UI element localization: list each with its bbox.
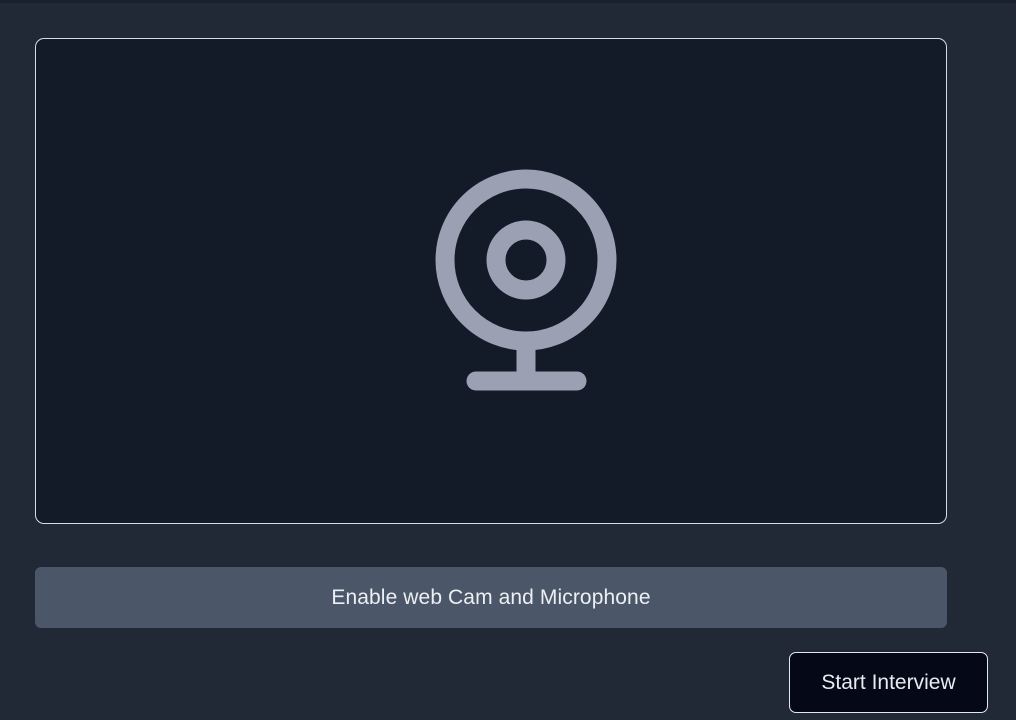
start-interview-button[interactable]: Start Interview	[789, 652, 988, 713]
camera-preview	[35, 38, 947, 524]
top-divider	[0, 0, 1016, 3]
webcam-icon	[435, 169, 617, 391]
enable-webcam-microphone-button[interactable]: Enable web Cam and Microphone	[35, 567, 947, 628]
